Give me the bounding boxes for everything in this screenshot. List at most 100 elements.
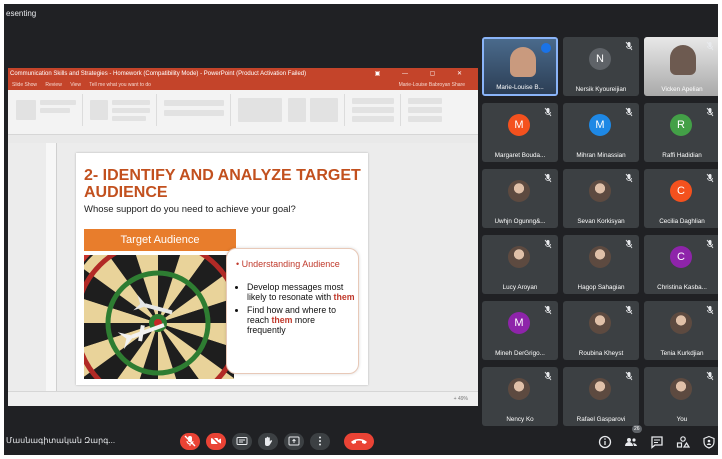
participant-name: Nersik Kyoureijian: [575, 86, 627, 93]
window-title: esenting: [6, 9, 37, 18]
participant-tile[interactable]: R Raffi Hadidian: [644, 103, 718, 162]
participant-tile[interactable]: Roubina Kheyst: [563, 301, 639, 360]
powerpoint-titlebar: Communication Skills and Strategies - Ho…: [8, 68, 478, 80]
participant-tile[interactable]: M Mihran Minassian: [563, 103, 639, 162]
powerpoint-window-title: Communication Skills and Strategies - Ho…: [10, 71, 307, 77]
ribbon: [8, 90, 478, 135]
bullet-find-how: Find how and where to reach them more fr…: [247, 305, 355, 335]
people-icon[interactable]: [624, 435, 638, 449]
tab-slideshow[interactable]: Slide Show: [12, 82, 37, 88]
speaking-indicator-icon: [541, 43, 551, 53]
tell-me-box[interactable]: Tell me what you want to do: [89, 82, 151, 88]
highlight-text: them: [333, 292, 355, 302]
mic-muted-icon: [706, 371, 714, 381]
slide: 2- IDENTIFY AND ANALYZE TARGET AUDIENCE …: [76, 153, 368, 385]
avatar-photo: [589, 246, 611, 268]
mic-muted-icon: [625, 239, 633, 249]
vertical-ruler: [46, 143, 57, 391]
participant-name: You: [676, 416, 688, 423]
participant-tile[interactable]: Uwhjn Ogunng&...: [482, 169, 558, 228]
phone-hangup-icon: [351, 439, 367, 444]
chat-icon[interactable]: [650, 435, 664, 449]
activities-icon[interactable]: [676, 435, 690, 449]
host-controls-shield-icon[interactable]: [702, 435, 716, 449]
bullet-develop-messages: Develop messages most likely to resonate…: [247, 282, 355, 302]
ribbon-tabs: Slide Show Review View Tell me what you …: [8, 80, 478, 90]
target-audience-box: Target Audience: [84, 229, 236, 251]
avatar-initial: M: [508, 114, 530, 136]
participant-tile[interactable]: Vicken Apelian: [644, 37, 718, 96]
understanding-audience-callout: • Understanding Audience Develop message…: [226, 248, 359, 374]
mic-muted-icon: [544, 305, 552, 315]
meeting-window: esenting Communication Skills and Strate…: [4, 4, 718, 455]
participant-tile[interactable]: Marie-Louise B...: [482, 37, 558, 96]
avatar-photo: [670, 378, 692, 400]
participant-tile[interactable]: C Cecilia Daghlian: [644, 169, 718, 228]
info-icon[interactable]: [598, 435, 612, 449]
avatar-photo: [670, 312, 692, 334]
participant-name: Marie-Louise B...: [496, 84, 544, 91]
ppt-statusbar: + 49%: [8, 391, 478, 406]
avatar-photo: [508, 180, 530, 202]
mic-muted-icon: [544, 173, 552, 183]
participant-name: Sevan Korkisyan: [577, 218, 625, 225]
top-bar: esenting: [4, 4, 718, 26]
avatar-initial: M: [508, 312, 530, 334]
participant-name: Cecilia Daghlian: [659, 218, 705, 225]
participant-tile[interactable]: M Mineh DerGrigo...: [482, 301, 558, 360]
participant-tile[interactable]: M Margaret Bouda...: [482, 103, 558, 162]
participant-tile[interactable]: Sevan Korkisyan: [563, 169, 639, 228]
participant-name: Lucy Aroyan: [502, 284, 538, 291]
camera-off-button[interactable]: [206, 433, 226, 450]
callout-heading-text: Understanding Audience: [241, 259, 340, 269]
participant-name: Mineh DerGrigo...: [495, 350, 545, 357]
participant-tile[interactable]: N Nersik Kyoureijian: [563, 37, 639, 96]
participant-tile[interactable]: Lucy Aroyan: [482, 235, 558, 294]
mic-muted-icon: [625, 41, 633, 51]
participant-name: Rafael Gasparovi: [576, 416, 626, 423]
participant-name: Roubina Kheyst: [578, 350, 624, 357]
callout-bullets: Develop messages most likely to resonate…: [235, 282, 355, 338]
ribbon-group-font: [160, 94, 231, 126]
window-controls: ▣ — ▢ ✕: [374, 71, 472, 77]
leave-call-button[interactable]: [344, 433, 374, 450]
more-options-button[interactable]: [310, 433, 330, 450]
present-button[interactable]: [284, 433, 304, 450]
tab-review[interactable]: Review: [45, 82, 61, 88]
mic-muted-icon: [706, 239, 714, 249]
participant-tile[interactable]: Nency Ko: [482, 367, 558, 426]
mic-muted-icon: [706, 107, 714, 117]
mic-off-button[interactable]: [180, 433, 200, 450]
more-vert-icon: [319, 436, 321, 446]
mic-muted-icon: [544, 371, 552, 381]
zoom-level[interactable]: + 49%: [454, 392, 468, 406]
ribbon-group-editing: [404, 94, 448, 126]
tab-view[interactable]: View: [70, 82, 81, 88]
ribbon-group-styles: [348, 94, 401, 126]
mic-muted-icon: [706, 41, 714, 51]
captions-button[interactable]: [232, 433, 252, 450]
mic-muted-icon: [544, 107, 552, 117]
raise-hand-button[interactable]: [258, 433, 278, 450]
shared-screen: Communication Skills and Strategies - Ho…: [8, 68, 478, 406]
dartboard-image: [84, 255, 234, 379]
participant-tile[interactable]: Tenia Kurkdjian: [644, 301, 718, 360]
ribbon-group-drawing: [234, 94, 345, 126]
participant-tile[interactable]: C Christina Kasba...: [644, 235, 718, 294]
avatar-photo: [508, 246, 530, 268]
account-name: Marie-Louise Babroyan Share: [398, 82, 465, 88]
bullet-text: Develop messages most likely to resonate…: [247, 282, 344, 302]
people-count-badge: 26: [632, 425, 642, 433]
participant-name: Mihran Minassian: [576, 152, 626, 159]
ribbon-group-clipboard: [12, 94, 83, 126]
participant-name: Margaret Bouda...: [494, 152, 546, 159]
captions-icon: [236, 437, 248, 445]
participant-tile[interactable]: You: [644, 367, 718, 426]
mic-off-icon: [184, 435, 196, 447]
avatar-photo: [508, 378, 530, 400]
participant-tile[interactable]: Hagop Sahagian: [563, 235, 639, 294]
avatar-initial: N: [589, 48, 611, 70]
participant-name: Tenia Kurkdjian: [660, 350, 704, 357]
avatar-initial: C: [670, 246, 692, 268]
participant-tile[interactable]: Rafael Gasparovi: [563, 367, 639, 426]
